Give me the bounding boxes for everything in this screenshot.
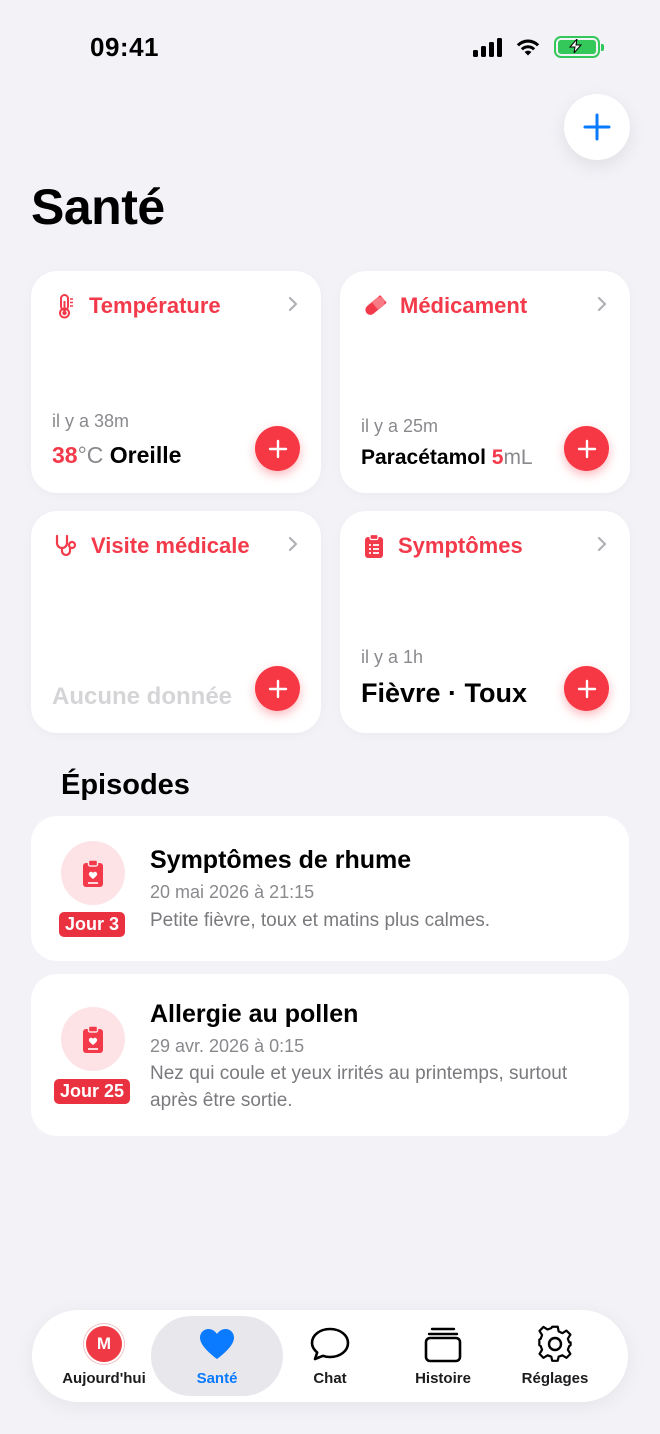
episode-day-badge: Jour 25: [54, 1079, 131, 1104]
temperature-value: 38°C Oreille: [52, 442, 181, 469]
tab-label: Histoire: [415, 1370, 471, 1387]
add-visit-button[interactable]: [255, 666, 300, 711]
empty-state-text: Aucune donnée: [52, 683, 233, 710]
add-temperature-button[interactable]: [255, 426, 300, 471]
plus-icon: [268, 679, 287, 698]
tab-label: Aujourd'hui: [62, 1370, 146, 1387]
temperature-reading: 38: [52, 442, 78, 468]
episode-item[interactable]: Jour 3 Symptômes de rhume 20 mai 2026 à …: [31, 816, 629, 961]
card-title: Visite médicale: [91, 533, 250, 558]
chevron-right-icon: [288, 296, 298, 312]
temperature-card[interactable]: Température il y a 38m 38°C Oreille: [31, 271, 321, 493]
symptoms-card[interactable]: Symptômes il y a 1h Fièvre · Toux: [340, 511, 630, 733]
plus-icon: [583, 113, 611, 141]
medication-dose: 5: [491, 446, 504, 469]
episode-day-badge: Jour 3: [59, 912, 126, 937]
stack-icon: [424, 1327, 462, 1363]
last-entry-time: il y a 38m: [52, 411, 130, 431]
card-title: Médicament: [400, 293, 528, 318]
gear-icon: [538, 1325, 572, 1362]
cellular-signal-icon: [473, 37, 502, 57]
episode-title: Allergie au pollen: [150, 1000, 359, 1028]
status-icons: [473, 36, 604, 58]
medication-value: Paracétamol 5mL: [361, 446, 533, 470]
status-time: 09:41: [90, 32, 159, 62]
clipboard-icon: [83, 1025, 103, 1053]
chevron-right-icon: [597, 296, 607, 312]
episode-date: 29 avr. 2026 à 0:15: [150, 1036, 305, 1056]
clipboard-icon: [83, 859, 103, 887]
stethoscope-icon: [55, 534, 77, 557]
tab-label: Santé: [196, 1370, 238, 1387]
card-title: Température: [89, 293, 221, 318]
avatar: M: [84, 1324, 124, 1364]
card-title: Symptômes: [398, 533, 523, 558]
add-symptoms-button[interactable]: [564, 666, 609, 711]
last-entry-time: il y a 25m: [361, 416, 439, 436]
pill-icon: [365, 295, 387, 315]
wifi-icon: [516, 39, 540, 56]
plus-icon: [577, 439, 596, 458]
plus-icon: [268, 439, 287, 458]
tab-settings[interactable]: Réglages: [489, 1316, 621, 1396]
chevron-right-icon: [288, 536, 298, 552]
chevron-right-icon: [597, 536, 607, 552]
tab-bar: M Aujourd'hui Santé Chat Histoire Réglag…: [32, 1310, 628, 1402]
episode-description: Nez qui coule et yeux irrités au printem…: [150, 1063, 568, 1111]
temperature-site: Oreille: [109, 442, 182, 468]
symptoms-value: Fièvre · Toux: [361, 678, 528, 708]
episode-title: Symptômes de rhume: [150, 846, 412, 874]
episode-icon: [61, 841, 125, 905]
episode-date: 20 mai 2026 à 21:15: [150, 882, 315, 902]
medication-name: Paracétamol: [361, 446, 486, 469]
chat-bubble-icon: [310, 1327, 350, 1361]
episode-description: Petite fièvre, toux et matins plus calme…: [150, 910, 491, 931]
last-entry-time: il y a 1h: [361, 647, 424, 667]
temperature-unit: °C: [77, 442, 104, 468]
thermometer-icon: [59, 294, 73, 319]
tab-label: Chat: [313, 1370, 347, 1387]
heart-icon: [200, 1329, 234, 1359]
medical-visit-card[interactable]: Visite médicale Aucune donnée: [31, 511, 321, 733]
episode-icon: [61, 1007, 125, 1071]
clipboard-icon: [365, 533, 383, 558]
episode-item[interactable]: Jour 25 Allergie au pollen 29 avr. 2026 …: [31, 974, 629, 1136]
battery-icon: [554, 36, 604, 58]
section-title: Épisodes: [61, 769, 190, 801]
add-button[interactable]: [564, 94, 630, 160]
add-medication-button[interactable]: [564, 426, 609, 471]
tab-label: Réglages: [521, 1370, 589, 1387]
medication-unit: mL: [503, 446, 533, 469]
page-title: Santé: [31, 179, 165, 235]
plus-icon: [577, 679, 596, 698]
medication-card[interactable]: Médicament il y a 25m Paracétamol 5mL: [340, 271, 630, 493]
